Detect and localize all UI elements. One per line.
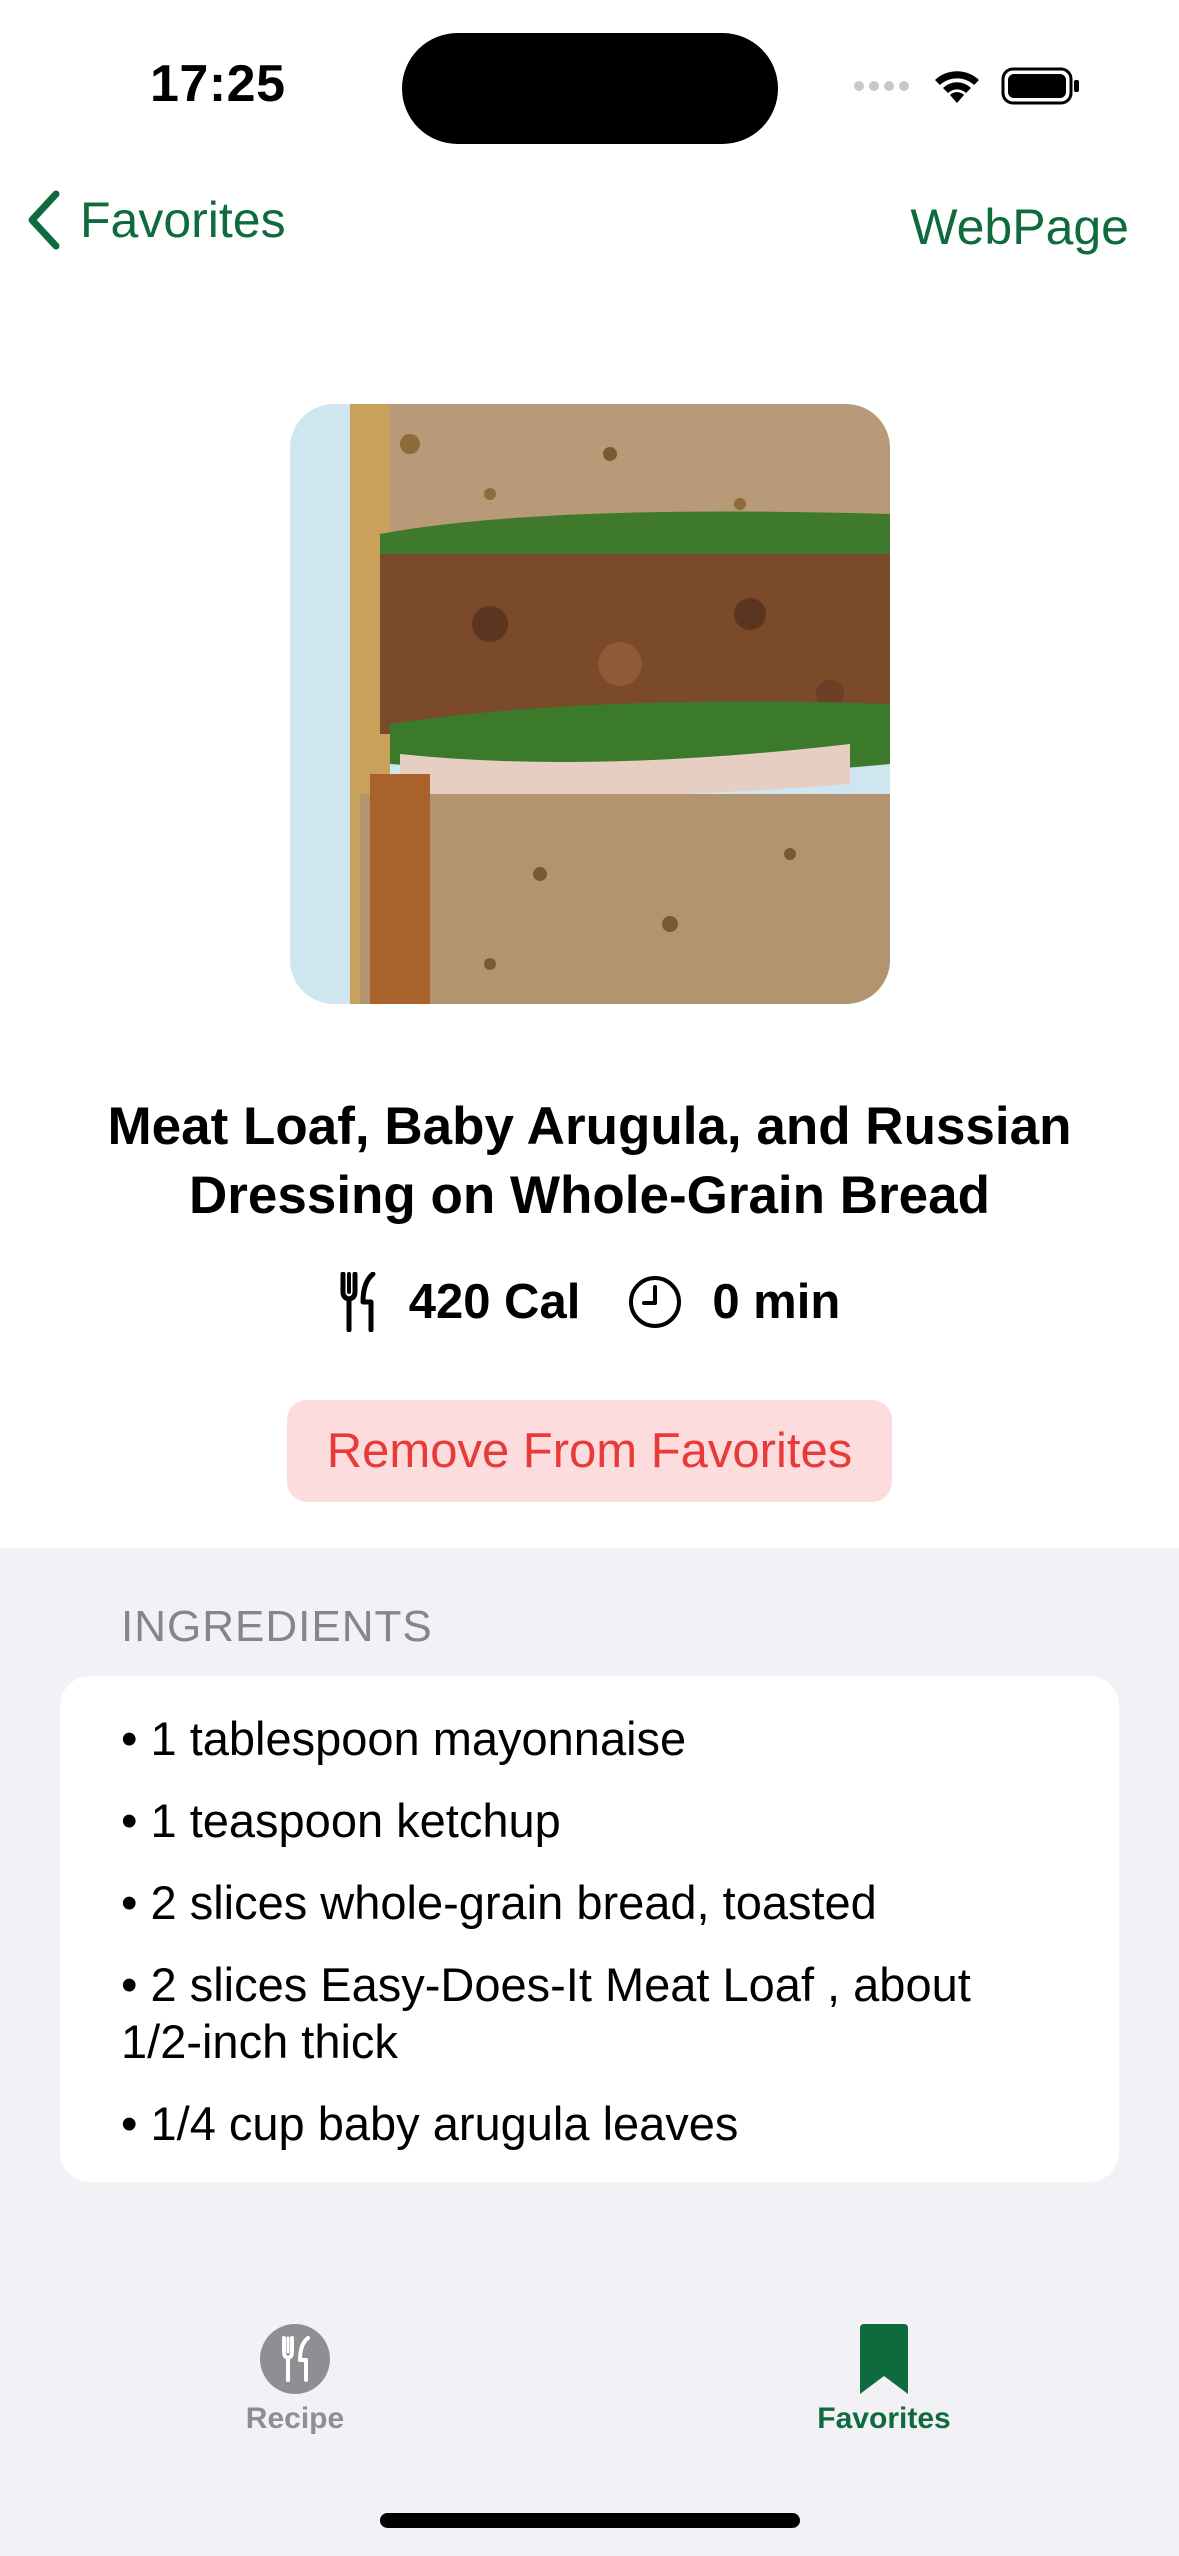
- clock-icon: [629, 1276, 682, 1328]
- home-indicator[interactable]: [380, 2513, 800, 2528]
- fork-knife-icon: [340, 1272, 376, 1332]
- bookmark-icon: [860, 2324, 908, 2394]
- ingredient-item: • 1 tablespoon mayonnaise: [121, 1712, 687, 1765]
- back-button-label: Favorites: [80, 192, 286, 248]
- ingredient-item: • 2 slices whole-grain bread, toasted: [121, 1876, 877, 1929]
- time-info: 0 min: [628, 1274, 840, 1330]
- ingredients-list: • 1 tablespoon mayonnaise • 1 teaspoon k…: [60, 1676, 1119, 2182]
- ingredient-item: • 1/4 cup baby arugula leaves: [121, 2097, 739, 2150]
- recipe-meta: 420 Cal 0 min: [0, 1272, 1179, 1332]
- webpage-button[interactable]: WebPage: [910, 198, 1129, 256]
- back-button[interactable]: Favorites: [24, 190, 286, 250]
- wifi-icon: [935, 71, 979, 103]
- tab-favorites-label: Favorites: [817, 2402, 951, 2435]
- recipe-title: Meat Loaf, Baby Arugula, and Russian Dre…: [107, 1097, 1072, 1225]
- tab-favorites[interactable]: Favorites: [734, 2322, 1034, 2436]
- calories-value: 420 Cal: [408, 1275, 581, 1329]
- tab-recipe-label: Recipe: [245, 2402, 345, 2435]
- recipe-detail-screen: 17:25 Favorites WebPage Meat Loaf, Baby …: [0, 0, 1179, 2556]
- dynamic-island: [402, 33, 778, 144]
- ingredient-item: • 2 slices Easy-Does-It Meat Loaf , abou…: [121, 1958, 971, 2068]
- ingredient-item: • 1 teaspoon ketchup: [121, 1794, 561, 1847]
- cellular-signal-icon: [854, 81, 909, 91]
- time-value: 0 min: [712, 1275, 841, 1329]
- calories-info: 420 Cal: [339, 1272, 581, 1332]
- chevron-left-icon: [28, 190, 60, 250]
- status-time: 17:25: [150, 55, 286, 113]
- tab-recipe[interactable]: Recipe: [145, 2322, 445, 2436]
- fork-knife-icon: [260, 2324, 330, 2394]
- ingredients-header: INGREDIENTS: [121, 1602, 433, 1651]
- remove-from-favorites-button[interactable]: Remove From Favorites: [287, 1400, 892, 1502]
- recipe-image: [290, 404, 890, 1004]
- status-indicators: [853, 66, 1081, 106]
- battery-icon: [1001, 67, 1079, 105]
